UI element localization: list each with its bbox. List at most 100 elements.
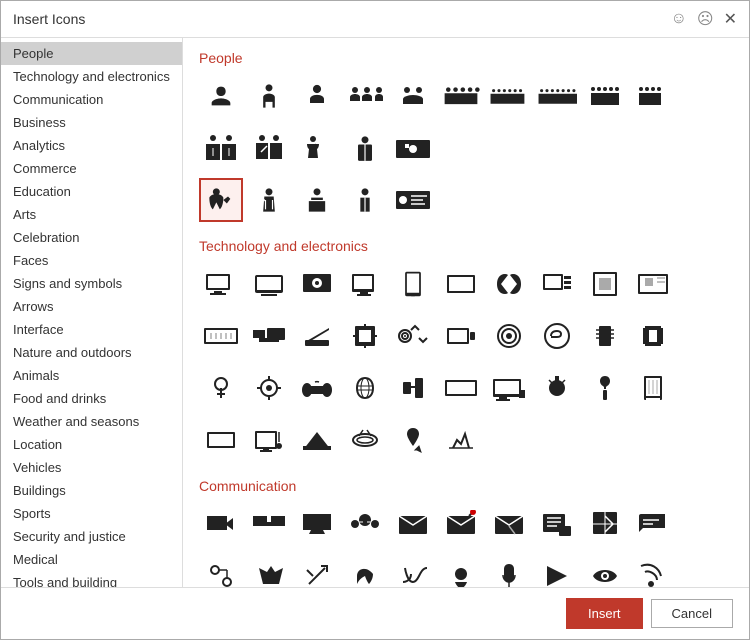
icon-cell[interactable] bbox=[247, 262, 291, 306]
icon-cell[interactable] bbox=[199, 502, 243, 546]
icon-cell[interactable] bbox=[439, 74, 483, 118]
sad-icon[interactable]: ☹ bbox=[697, 9, 714, 29]
icon-cell[interactable] bbox=[343, 418, 387, 462]
icon-cell[interactable] bbox=[631, 554, 675, 587]
sidebar-item-tools-and-building[interactable]: Tools and building bbox=[1, 571, 182, 587]
icon-cell[interactable] bbox=[535, 554, 579, 587]
sidebar-item-food-and-drinks[interactable]: Food and drinks bbox=[1, 387, 182, 410]
sidebar-item-celebration[interactable]: Celebration bbox=[1, 226, 182, 249]
icon-cell[interactable] bbox=[295, 262, 339, 306]
icon-cell[interactable] bbox=[631, 74, 675, 118]
icon-cell[interactable] bbox=[583, 262, 627, 306]
icon-cell[interactable] bbox=[535, 314, 579, 358]
icon-cell[interactable] bbox=[535, 74, 579, 118]
icon-cell[interactable] bbox=[583, 502, 627, 546]
icon-cell[interactable] bbox=[343, 314, 387, 358]
icon-cell[interactable] bbox=[199, 554, 243, 587]
icon-cell[interactable] bbox=[439, 366, 483, 410]
icon-cell[interactable] bbox=[343, 554, 387, 587]
sidebar-item-medical[interactable]: Medical bbox=[1, 548, 182, 571]
icon-cell[interactable] bbox=[295, 502, 339, 546]
icon-cell[interactable] bbox=[631, 502, 675, 546]
icon-cell[interactable] bbox=[199, 74, 243, 118]
icon-cell[interactable] bbox=[391, 126, 435, 170]
icon-cell[interactable] bbox=[631, 366, 675, 410]
icon-cell[interactable] bbox=[631, 314, 675, 358]
sidebar-item-analytics[interactable]: Analytics bbox=[1, 134, 182, 157]
icon-cell[interactable] bbox=[199, 262, 243, 306]
icon-cell[interactable] bbox=[439, 554, 483, 587]
icon-cell[interactable] bbox=[583, 74, 627, 118]
icon-cell[interactable] bbox=[343, 502, 387, 546]
icon-cell[interactable] bbox=[487, 502, 531, 546]
icon-cell[interactable] bbox=[391, 366, 435, 410]
icon-cell[interactable] bbox=[199, 418, 243, 462]
icon-cell[interactable] bbox=[343, 178, 387, 222]
sidebar-item-arrows[interactable]: Arrows bbox=[1, 295, 182, 318]
icon-cell[interactable] bbox=[247, 178, 291, 222]
sidebar-item-arts[interactable]: Arts bbox=[1, 203, 182, 226]
icon-cell[interactable] bbox=[295, 366, 339, 410]
sidebar-item-business[interactable]: Business bbox=[1, 111, 182, 134]
icon-cell[interactable] bbox=[343, 74, 387, 118]
icon-cell[interactable] bbox=[487, 366, 531, 410]
icon-cell[interactable] bbox=[391, 554, 435, 587]
icon-cell[interactable] bbox=[631, 262, 675, 306]
icon-cell[interactable] bbox=[295, 178, 339, 222]
icon-cell[interactable] bbox=[247, 74, 291, 118]
icon-cell[interactable] bbox=[343, 262, 387, 306]
icon-cell[interactable] bbox=[199, 126, 243, 170]
cancel-button[interactable]: Cancel bbox=[651, 599, 733, 628]
icon-cell[interactable] bbox=[583, 366, 627, 410]
sidebar-item-security-and-justice[interactable]: Security and justice bbox=[1, 525, 182, 548]
happy-icon[interactable]: ☺ bbox=[671, 10, 687, 28]
sidebar-item-education[interactable]: Education bbox=[1, 180, 182, 203]
sidebar-item-sports[interactable]: Sports bbox=[1, 502, 182, 525]
sidebar-item-nature-and-outdoors[interactable]: Nature and outdoors bbox=[1, 341, 182, 364]
icon-cell[interactable] bbox=[439, 262, 483, 306]
insert-button[interactable]: Insert bbox=[566, 598, 643, 629]
icon-cell[interactable] bbox=[487, 262, 531, 306]
sidebar-item-interface[interactable]: Interface bbox=[1, 318, 182, 341]
sidebar-item-people[interactable]: People bbox=[1, 42, 182, 65]
sidebar-item-commerce[interactable]: Commerce bbox=[1, 157, 182, 180]
icon-cell[interactable] bbox=[247, 502, 291, 546]
sidebar-item-signs-and-symbols[interactable]: Signs and symbols bbox=[1, 272, 182, 295]
icon-cell[interactable] bbox=[391, 502, 435, 546]
icon-cell[interactable] bbox=[487, 554, 531, 587]
icon-cell[interactable] bbox=[247, 554, 291, 587]
sidebar-item-vehicles[interactable]: Vehicles bbox=[1, 456, 182, 479]
icon-cell[interactable] bbox=[247, 126, 291, 170]
icon-cell[interactable] bbox=[439, 502, 483, 546]
icon-cell[interactable] bbox=[295, 314, 339, 358]
icon-cell[interactable] bbox=[487, 74, 531, 118]
icon-cell[interactable] bbox=[199, 314, 243, 358]
icon-cell[interactable] bbox=[583, 314, 627, 358]
icon-cell[interactable] bbox=[439, 314, 483, 358]
icon-cell[interactable] bbox=[391, 74, 435, 118]
icon-cell[interactable] bbox=[247, 418, 291, 462]
sidebar-item-faces[interactable]: Faces bbox=[1, 249, 182, 272]
icon-cell[interactable] bbox=[343, 126, 387, 170]
sidebar-item-weather-and-seasons[interactable]: Weather and seasons bbox=[1, 410, 182, 433]
icon-cell[interactable] bbox=[295, 74, 339, 118]
icon-cell[interactable] bbox=[439, 418, 483, 462]
sidebar-item-communication[interactable]: Communication bbox=[1, 88, 182, 111]
icon-cell[interactable] bbox=[247, 366, 291, 410]
icon-cell[interactable] bbox=[583, 554, 627, 587]
icon-cell[interactable] bbox=[535, 502, 579, 546]
icon-cell[interactable] bbox=[391, 418, 435, 462]
sidebar-item-location[interactable]: Location bbox=[1, 433, 182, 456]
icon-cell[interactable] bbox=[247, 314, 291, 358]
icon-cell[interactable] bbox=[487, 314, 531, 358]
icon-cell[interactable] bbox=[391, 262, 435, 306]
icon-cell[interactable] bbox=[295, 554, 339, 587]
sidebar-item-technology-and-electronics[interactable]: Technology and electronics bbox=[1, 65, 182, 88]
icon-cell[interactable] bbox=[295, 418, 339, 462]
icon-cell[interactable] bbox=[535, 366, 579, 410]
icon-cell-selected[interactable] bbox=[199, 178, 243, 222]
close-icon[interactable]: ✕ bbox=[724, 9, 737, 29]
icon-cell[interactable] bbox=[391, 314, 435, 358]
icon-cell[interactable] bbox=[199, 366, 243, 410]
icon-cell[interactable] bbox=[391, 178, 435, 222]
